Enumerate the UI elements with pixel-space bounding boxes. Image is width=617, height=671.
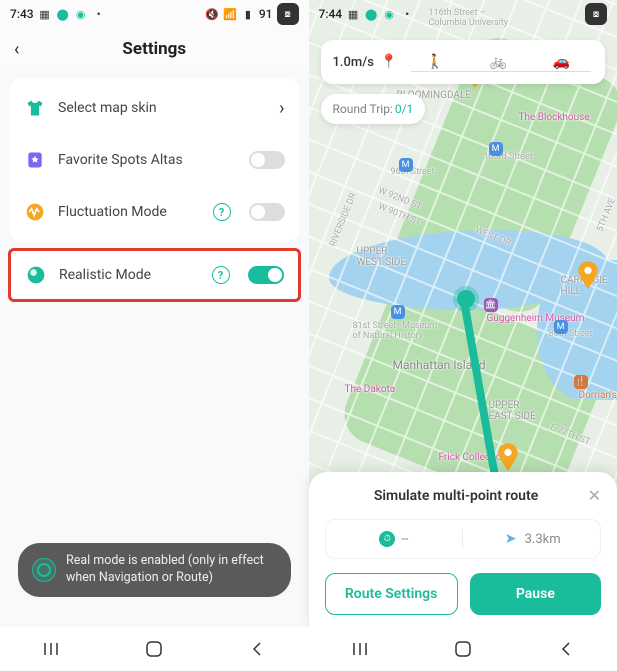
status-bar: 7:44 ▦ ⬤ ◉ • ⧇ — [309, 0, 617, 28]
fluctuation-toggle[interactable] — [249, 203, 285, 221]
route-panel: Simulate multi-point route ✕ ⏱ -- ➤ 3.3k… — [309, 472, 617, 627]
battery-text: 91 — [259, 7, 273, 21]
stat-duration: ⏱ -- — [326, 531, 463, 547]
app-icon: ◉ — [382, 7, 396, 21]
bike-icon[interactable]: 🚲 — [489, 54, 506, 70]
travel-modes: 🚶 🚲 🚗 — [403, 54, 593, 70]
location-icon: ⬤ — [364, 7, 378, 21]
settings-list: Select map skin › Favorite Spots Altas F… — [10, 78, 299, 242]
museum-icon: 🏛 — [484, 298, 498, 312]
realistic-toggle[interactable] — [248, 266, 284, 284]
map-pin-end[interactable] — [497, 443, 519, 471]
row-label: Favorite Spots Altas — [58, 152, 237, 168]
map-label: The Dakota — [345, 384, 396, 395]
fluctuation-icon — [24, 201, 46, 223]
screenshot-icon: ⧇ — [585, 3, 607, 25]
nav-back[interactable] — [246, 638, 268, 660]
status-time: 7:43 — [10, 7, 34, 21]
toast: Real mode is enabled (only in effect whe… — [18, 543, 291, 597]
row-map-skin[interactable]: Select map skin › — [10, 82, 299, 134]
map-label: Guggenheim Museum — [487, 313, 585, 324]
duration-value: -- — [401, 532, 408, 547]
location-icon: ⬤ — [56, 7, 70, 21]
metro-icon: M — [554, 320, 568, 334]
round-trip-card[interactable]: Round Trip: 0/1 — [321, 94, 426, 124]
chevron-right-icon: › — [279, 98, 284, 119]
map-screen: 116th Street – Columbia University BLOOM… — [309, 0, 617, 671]
help-icon[interactable]: ? — [212, 266, 230, 284]
pause-button[interactable]: Pause — [470, 573, 601, 615]
close-icon[interactable]: ✕ — [588, 486, 601, 505]
distance-value: 3.3km — [525, 532, 561, 547]
map-label: 81st Street–Museum of Natural History — [353, 321, 438, 341]
row-realistic[interactable]: Realistic Mode ? — [11, 251, 298, 299]
nav-back[interactable] — [555, 638, 577, 660]
row-fluctuation[interactable]: Fluctuation Mode ? — [10, 186, 299, 238]
status-time: 7:44 — [319, 7, 343, 21]
trip-value: 0/1 — [395, 102, 413, 116]
signal-icon: ▮ — [241, 7, 255, 21]
map-label: UPPER EAST SIDE — [489, 400, 536, 422]
stat-distance: ➤ 3.3km — [463, 531, 600, 547]
gallery-icon: ▦ — [346, 7, 360, 21]
header: ‹ Settings — [0, 28, 309, 70]
clock-icon: ⏱ — [379, 531, 395, 547]
app-icon: ◉ — [74, 7, 88, 21]
page-title: Settings — [14, 39, 295, 59]
route-settings-button[interactable]: Route Settings — [325, 573, 458, 615]
settings-screen: 7:43 ▦ ⬤ ◉ • 🔇 📶 ▮ 91 ⧇ ‹ Settings Selec… — [0, 0, 309, 671]
favorite-icon — [24, 149, 46, 171]
screenshot-icon: ⧇ — [277, 3, 299, 25]
status-bar: 7:43 ▦ ⬤ ◉ • 🔇 📶 ▮ 91 ⧇ — [0, 0, 309, 28]
shirt-icon — [24, 97, 46, 119]
map-label: Dorrian's — [579, 390, 617, 401]
map-pin[interactable] — [577, 261, 599, 289]
nav-bar — [309, 627, 617, 671]
nav-bar — [0, 627, 309, 671]
nav-recent[interactable] — [40, 638, 62, 660]
panel-stats: ⏱ -- ➤ 3.3km — [325, 519, 602, 559]
map-label: UPPER WEST SIDE — [357, 246, 407, 268]
row-label: Realistic Mode — [59, 267, 200, 283]
row-label: Select map skin — [58, 100, 267, 116]
favorite-toggle[interactable] — [249, 151, 285, 169]
metro-icon: M — [399, 158, 413, 172]
more-icon: • — [400, 7, 414, 21]
button-label: Route Settings — [345, 586, 437, 602]
metro-icon: M — [391, 305, 405, 319]
button-label: Pause — [516, 586, 555, 602]
toast-icon — [32, 558, 56, 582]
help-icon[interactable]: ? — [213, 203, 231, 221]
trip-label: Round Trip: — [333, 102, 393, 116]
realistic-icon — [25, 264, 47, 286]
row-favorite-spots[interactable]: Favorite Spots Altas — [10, 134, 299, 186]
speed-value: 1.0m/s — [333, 55, 374, 70]
wifi-icon: 📶 — [223, 7, 237, 21]
speed-card[interactable]: 1.0m/s 📍 🚶 🚲 🚗 — [321, 40, 606, 84]
gallery-icon: ▦ — [38, 7, 52, 21]
pin-icon: 📍 — [380, 54, 397, 70]
map-label: The Blockhouse — [519, 112, 590, 123]
mute-icon: 🔇 — [205, 7, 219, 21]
panel-title: Simulate multi-point route — [325, 488, 588, 504]
row-label: Fluctuation Mode — [58, 204, 201, 220]
nav-arrow-icon: ➤ — [503, 531, 519, 547]
car-icon[interactable]: 🚗 — [553, 54, 570, 70]
nav-home[interactable] — [452, 638, 474, 660]
nav-home[interactable] — [143, 638, 165, 660]
more-icon: • — [92, 7, 106, 21]
highlight-realistic-mode: Realistic Mode ? — [8, 248, 301, 302]
food-icon: 🍴 — [574, 375, 588, 389]
walk-icon[interactable]: 🚶 — [426, 54, 443, 70]
map-label: 96th Street — [391, 167, 435, 177]
toast-text: Real mode is enabled (only in effect whe… — [66, 553, 277, 587]
nav-recent[interactable] — [349, 638, 371, 660]
metro-icon: M — [489, 142, 503, 156]
